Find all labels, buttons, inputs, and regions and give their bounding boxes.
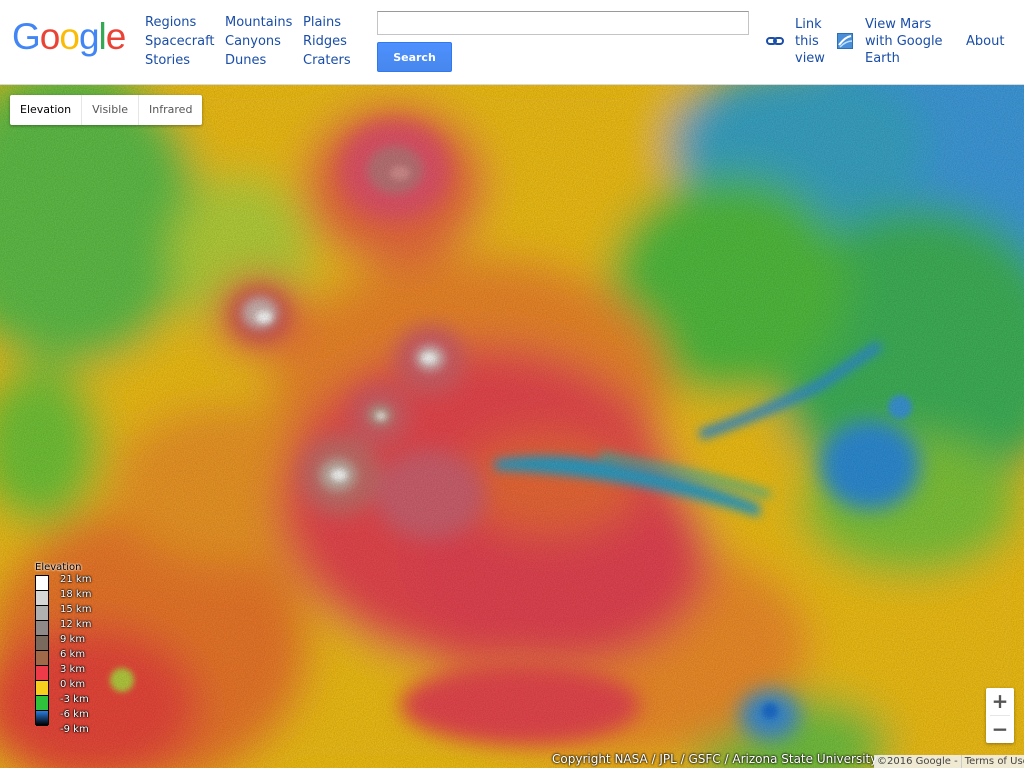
legend-swatch: [36, 576, 48, 591]
terms-of-use-link[interactable]: Terms of Use: [960, 755, 1024, 768]
link-view-line: Link: [795, 17, 822, 32]
link-view-line: view: [795, 51, 825, 66]
legend-swatch: [36, 591, 48, 606]
legend-swatch: [36, 696, 48, 711]
legend-label: 12 km: [60, 619, 92, 630]
nav-link-dunes[interactable]: Dunes: [225, 51, 292, 70]
nav-link-plains[interactable]: Plains: [303, 13, 351, 32]
nav-column-3: Plains Ridges Craters: [303, 13, 351, 70]
nav-link-canyons[interactable]: Canyons: [225, 32, 292, 51]
google-earth-icon[interactable]: [837, 33, 853, 49]
nav-column-2: Mountains Canyons Dunes: [225, 13, 292, 70]
logo-letter: e: [105, 16, 127, 57]
imagery-copyright: Copyright NASA / JPL / GSFC / Arizona St…: [552, 752, 878, 766]
legend-label: 3 km: [60, 664, 86, 675]
legend-swatch: [36, 681, 48, 696]
nav-link-regions[interactable]: Regions: [145, 13, 215, 32]
legend-swatch: [36, 636, 48, 651]
legend-label: -3 km: [60, 694, 89, 705]
nav-link-craters[interactable]: Craters: [303, 51, 351, 70]
legend-title: Elevation: [35, 562, 82, 573]
legend-label: 21 km: [60, 574, 92, 585]
zoom-control: + −: [986, 688, 1014, 743]
logo-letter: o: [59, 16, 80, 57]
map-layer-tabs: Elevation Visible Infrared: [10, 95, 203, 125]
mars-elevation-map[interactable]: Elevation Visible Infrared Elevation 21 …: [0, 85, 1024, 768]
link-view-line: this: [795, 34, 819, 49]
elevation-legend: Elevation 21 km 18 km 15 km 12 km 9 km 6…: [30, 562, 100, 742]
tab-elevation[interactable]: Elevation: [10, 95, 83, 125]
nav-link-stories[interactable]: Stories: [145, 51, 215, 70]
search-input[interactable]: [377, 11, 749, 35]
logo-letter: G: [12, 16, 41, 57]
earth-link-line: View Mars: [865, 17, 932, 32]
legend-label: -9 km: [60, 724, 89, 735]
legend-swatch: [36, 606, 48, 621]
legend-color-bar: [35, 575, 49, 726]
legend-label: 6 km: [60, 649, 86, 660]
tab-visible[interactable]: Visible: [82, 95, 140, 125]
logo-letter: o: [39, 16, 61, 57]
legend-label: 15 km: [60, 604, 92, 615]
logo-letter: l: [98, 16, 107, 57]
google-copyright: ©2016 Google -: [877, 756, 958, 767]
elevation-terrain[interactable]: [0, 85, 1024, 768]
zoom-out-button[interactable]: −: [986, 716, 1014, 743]
nav-link-ridges[interactable]: Ridges: [303, 32, 351, 51]
legend-swatch: [36, 666, 48, 681]
view-mars-google-earth-link[interactable]: View Mars with Google Earth: [865, 16, 943, 67]
nav-link-spacecraft[interactable]: Spacecraft: [145, 32, 215, 51]
nav-link-mountains[interactable]: Mountains: [225, 13, 292, 32]
legend-swatch: [36, 621, 48, 636]
google-logo[interactable]: Google: [12, 16, 127, 58]
search-button[interactable]: Search: [377, 42, 452, 72]
legend-label: -6 km: [60, 709, 89, 720]
zoom-in-button[interactable]: +: [986, 688, 1014, 715]
earth-link-line: with Google: [865, 34, 943, 49]
legend-swatch: [36, 651, 48, 666]
nav-column-1: Regions Spacecraft Stories: [145, 13, 215, 70]
tab-infrared[interactable]: Infrared: [139, 95, 202, 125]
legend-label: 9 km: [60, 634, 86, 645]
link-this-view[interactable]: Link this view: [795, 16, 825, 67]
map-footer: ©2016 Google - Terms of Use: [874, 755, 1024, 768]
top-bar: Google Regions Spacecraft Stories Mounta…: [0, 0, 1024, 85]
chain-link-icon[interactable]: [766, 34, 784, 48]
about-link[interactable]: About: [966, 33, 1004, 50]
legend-swatch: [36, 711, 48, 726]
earth-link-line: Earth: [865, 51, 900, 66]
logo-letter: g: [78, 16, 100, 57]
legend-label: 18 km: [60, 589, 92, 600]
legend-label: 0 km: [60, 679, 86, 690]
